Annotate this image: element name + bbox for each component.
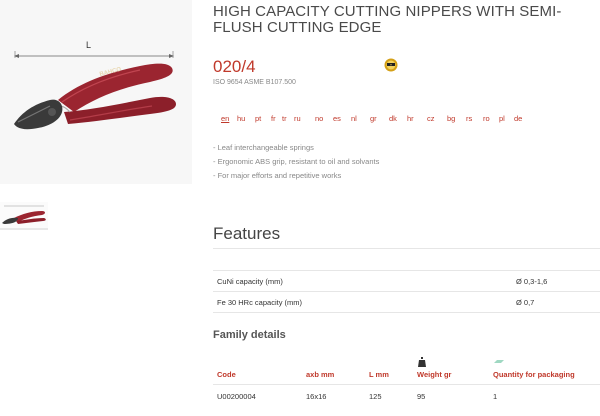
product-image[interactable]: L BAHCO	[0, 0, 192, 184]
cell-axb: 16x16	[306, 392, 327, 401]
family-table-header: Code axb mm L mm Weight gr Quantity for …	[213, 356, 600, 384]
language-link-ro[interactable]: ro	[483, 114, 490, 123]
feature-row: CuNi capacity (mm) Ø 0,3-1,6	[213, 271, 600, 291]
feature-label: Fe 30 HRc capacity (mm)	[217, 298, 303, 307]
column-header-quantity[interactable]: Quantity for packaging	[493, 370, 575, 379]
language-link-dk[interactable]: dk	[389, 114, 397, 123]
row-divider	[213, 312, 600, 313]
packaging-icon	[494, 360, 504, 363]
language-link-nl[interactable]: nl	[351, 114, 357, 123]
column-header-length[interactable]: L mm	[369, 370, 389, 379]
column-header-axb[interactable]: axb mm	[306, 370, 334, 379]
cell-code: U00200004	[217, 392, 256, 401]
weight-icon	[418, 357, 426, 367]
product-standard: ISO 9654 ASME B107.500	[213, 79, 296, 86]
language-link-en[interactable]: en	[221, 114, 229, 123]
feature-label: CuNi capacity (mm)	[217, 277, 283, 286]
language-link-tr[interactable]: tr	[282, 114, 287, 123]
nipper-illustration: BAHCO	[14, 63, 176, 130]
language-link-hr[interactable]: hr	[407, 114, 414, 123]
quality-seal-icon: ★	[384, 58, 398, 72]
language-link-es[interactable]: es	[333, 114, 341, 123]
product-code: 020/4	[213, 57, 256, 76]
language-link-pl[interactable]: pl	[499, 114, 505, 123]
product-title: HIGH CAPACITY CUTTING NIPPERS WITH SEMI-…	[213, 3, 562, 36]
language-link-cz[interactable]: cz	[427, 114, 435, 123]
bullet-item: - Leaf interchangeable springs	[213, 143, 314, 152]
language-link-pt[interactable]: pt	[255, 114, 261, 123]
language-link-de[interactable]: de	[514, 114, 522, 123]
feature-row: Fe 30 HRc capacity (mm) Ø 0,7	[213, 292, 600, 312]
column-header-code[interactable]: Code	[217, 370, 236, 379]
language-link-bg[interactable]: bg	[447, 114, 455, 123]
feature-value: Ø 0,7	[516, 298, 535, 307]
family-details-heading: Family details	[213, 329, 286, 341]
bullet-item: - Ergonomic ABS grip, resistant to oil a…	[213, 157, 380, 166]
language-link-fr[interactable]: fr	[271, 114, 276, 123]
table-row[interactable]: U00200004 16x16 125 95 1	[213, 384, 600, 406]
column-header-weight[interactable]: Weight gr	[417, 370, 451, 379]
product-thumbnail[interactable]	[0, 202, 48, 230]
features-divider	[213, 248, 600, 249]
features-heading: Features	[213, 224, 281, 243]
language-link-no[interactable]: no	[315, 114, 323, 123]
language-link-ru[interactable]: ru	[294, 114, 301, 123]
language-link-rs[interactable]: rs	[466, 114, 472, 123]
cell-weight: 95	[417, 392, 426, 401]
cell-length: 125	[369, 392, 382, 401]
language-link-hu[interactable]: hu	[237, 114, 245, 123]
language-link-gr[interactable]: gr	[370, 114, 377, 123]
feature-value: Ø 0,3-1,6	[516, 277, 548, 286]
bullet-item: - For major efforts and repetitive works	[213, 171, 342, 180]
feature-bullets: - Leaf interchangeable springs - Ergonom…	[213, 141, 379, 183]
cell-quantity: 1	[493, 392, 498, 401]
